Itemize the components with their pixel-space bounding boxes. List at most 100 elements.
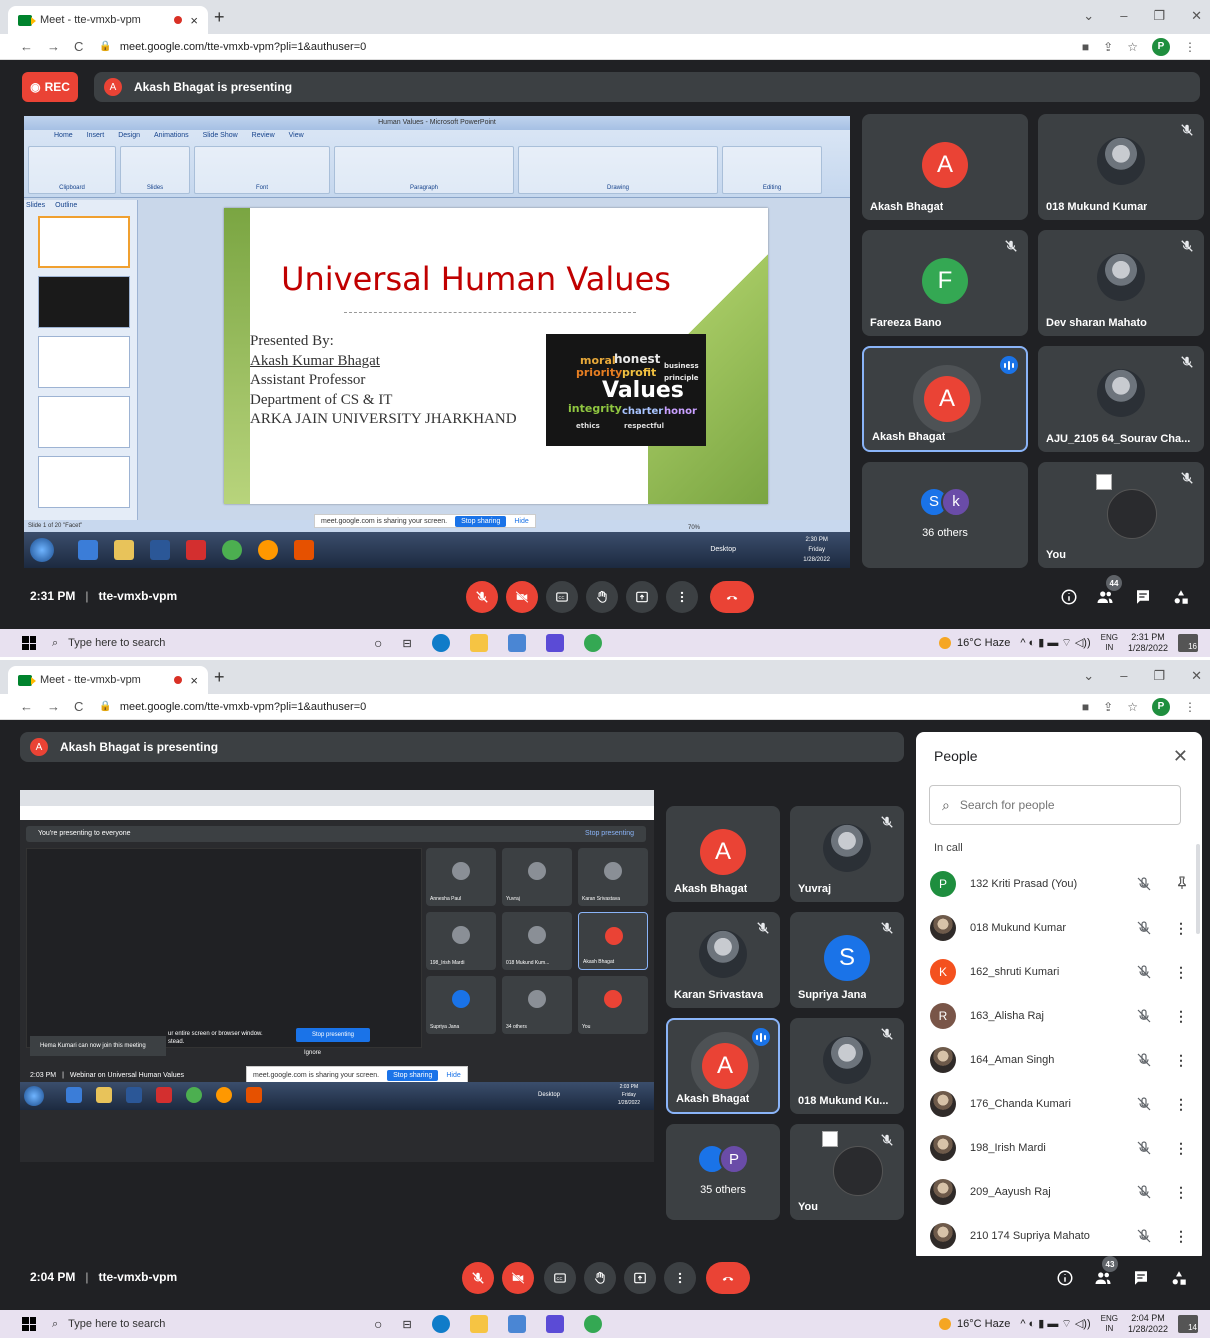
more-options-button[interactable]	[664, 1262, 696, 1294]
more-options-icon[interactable]: ⋮	[1174, 1228, 1188, 1245]
forward-icon[interactable]: →	[47, 39, 60, 54]
reload-icon[interactable]: C	[74, 699, 83, 714]
people-search[interactable]: ⌕	[929, 785, 1181, 825]
captions-button[interactable]: CC	[546, 581, 578, 613]
meeting-details-button[interactable]	[1058, 586, 1080, 608]
participant-tile[interactable]: A Akash Bhagat	[666, 806, 780, 902]
tab-search-icon[interactable]: ⌄	[1083, 8, 1094, 24]
browser-menu-icon[interactable]: ⋮	[1184, 40, 1196, 54]
participant-tile[interactable]: F Fareeza Bano	[862, 230, 1028, 336]
task-view-icon[interactable]: ⊟	[402, 637, 411, 650]
new-tab-button[interactable]: +	[214, 667, 225, 688]
windows-start-icon[interactable]	[22, 636, 36, 650]
task-view-icon[interactable]: ⊟	[402, 1318, 411, 1331]
tab-close-icon[interactable]: ×	[190, 13, 198, 28]
weather-widget[interactable]: 16°C Haze	[939, 1318, 1010, 1330]
camera-indicator-icon[interactable]: ■	[1082, 700, 1089, 714]
more-options-icon[interactable]: ⋮	[1174, 964, 1188, 981]
forward-icon[interactable]: →	[47, 699, 60, 714]
back-icon[interactable]: ←	[20, 699, 33, 714]
url-field[interactable]: 🔒 meet.google.com/tte-vmxb-vpm?pli=1&aut…	[99, 41, 366, 53]
hide-button[interactable]: Hide	[514, 518, 528, 525]
more-options-icon[interactable]: ⋮	[1174, 1052, 1188, 1069]
back-icon[interactable]: ←	[20, 39, 33, 54]
ignore-button[interactable]: Ignore	[304, 1050, 321, 1056]
nested-stop-presenting-button[interactable]: Stop presenting	[296, 1028, 370, 1042]
taskbar-clock[interactable]: 2:04 PM 1/28/2022	[1128, 1313, 1168, 1335]
participant-tile[interactable]: Dev sharan Mahato	[1038, 230, 1204, 336]
more-options-icon[interactable]: ⋮	[1174, 1184, 1188, 1201]
windows-start-icon[interactable]	[22, 1317, 36, 1331]
nested-stop-presenting[interactable]: Stop presenting	[585, 826, 634, 842]
participant-tile[interactable]: S Supriya Jana	[790, 912, 904, 1008]
pin-icon[interactable]	[1174, 875, 1188, 894]
participant-tile[interactable]: P 35 others	[666, 1124, 780, 1220]
close-window-button[interactable]: ✕	[1191, 668, 1202, 684]
more-options-icon[interactable]: ⋮	[1174, 1008, 1188, 1025]
minimize-button[interactable]: –	[1120, 8, 1127, 24]
mail-icon[interactable]	[507, 1315, 526, 1333]
leave-call-button[interactable]	[706, 1262, 750, 1294]
chat-button[interactable]	[1132, 586, 1154, 608]
file-explorer-icon[interactable]	[469, 634, 488, 652]
participant-row[interactable]: R 163_Alisha Raj ⋮	[930, 994, 1188, 1038]
app-icon[interactable]	[545, 1315, 564, 1333]
camera-toggle-button[interactable]	[502, 1262, 534, 1294]
bookmark-star-icon[interactable]: ☆	[1127, 40, 1138, 54]
more-options-icon[interactable]: ⋮	[1174, 1140, 1188, 1157]
activities-button[interactable]	[1170, 586, 1192, 608]
notification-icon[interactable]: 14	[1178, 1315, 1198, 1333]
close-panel-icon[interactable]: ✕	[1173, 746, 1188, 767]
tray-icons[interactable]: ^ ◐ ▮ ▬ ⌔ ◁))	[1020, 1317, 1090, 1331]
maximize-button[interactable]: ❐	[1153, 668, 1165, 684]
chrome-icon[interactable]	[583, 634, 602, 652]
participant-row[interactable]: K 162_shruti Kumari ⋮	[930, 950, 1188, 994]
participant-tile[interactable]: 018 Mukund Ku...	[790, 1018, 904, 1114]
meeting-details-button[interactable]	[1054, 1267, 1076, 1289]
participant-tile[interactable]: 018 Mukund Kumar	[1038, 114, 1204, 220]
browser-tab[interactable]: Meet - tte-vmxb-vpm ×	[8, 666, 208, 694]
file-explorer-icon[interactable]	[469, 1315, 488, 1333]
participant-tile[interactable]: Sk 36 others	[862, 462, 1028, 568]
more-options-icon[interactable]: ⋮	[1174, 920, 1188, 937]
participant-tile[interactable]: Yuvraj	[790, 806, 904, 902]
cortana-icon[interactable]: ○	[374, 1316, 382, 1332]
participant-row[interactable]: P 132 Kriti Prasad (You)	[930, 862, 1188, 906]
share-icon[interactable]: ⇪	[1103, 40, 1113, 54]
language-indicator[interactable]: ENG IN	[1101, 1314, 1118, 1334]
language-indicator[interactable]: ENG IN	[1101, 633, 1118, 653]
bookmark-star-icon[interactable]: ☆	[1127, 700, 1138, 714]
windows-search[interactable]: ⌕ Type here to search	[52, 1318, 312, 1331]
panel-scrollbar[interactable]	[1196, 844, 1200, 934]
participant-tile[interactable]: AJU_2105 64_Sourav Cha...	[1038, 346, 1204, 452]
participant-tile[interactable]: You	[790, 1124, 904, 1220]
url-field[interactable]: 🔒 meet.google.com/tte-vmxb-vpm?pli=1&aut…	[99, 701, 366, 713]
participant-row[interactable]: 198_Irish Mardi ⋮	[930, 1126, 1188, 1170]
notification-icon[interactable]: 16	[1178, 634, 1198, 652]
chrome-icon[interactable]	[583, 1315, 602, 1333]
activities-button[interactable]	[1168, 1267, 1190, 1289]
participant-row[interactable]: 164_Aman Singh ⋮	[930, 1038, 1188, 1082]
profile-avatar[interactable]: P	[1152, 37, 1170, 56]
participant-tile[interactable]: A Akash Bhagat	[862, 114, 1028, 220]
stop-sharing-button[interactable]: Stop sharing	[455, 515, 507, 527]
leave-call-button[interactable]	[710, 581, 754, 613]
browser-menu-icon[interactable]: ⋮	[1184, 700, 1196, 714]
captions-button[interactable]: CC	[544, 1262, 576, 1294]
maximize-button[interactable]: ❐	[1153, 8, 1165, 24]
browser-tab[interactable]: Meet - tte-vmxb-vpm ×	[8, 6, 208, 34]
participant-row[interactable]: 209_Aayush Raj ⋮	[930, 1170, 1188, 1214]
windows-search[interactable]: ⌕ Type here to search	[52, 637, 312, 650]
edge-icon[interactable]	[431, 634, 450, 652]
hide-button[interactable]: Hide	[446, 1072, 460, 1079]
rec-indicator[interactable]: ◉ REC	[22, 72, 78, 102]
share-icon[interactable]: ⇪	[1103, 700, 1113, 714]
more-options-icon[interactable]: ⋮	[1174, 1096, 1188, 1113]
mail-icon[interactable]	[507, 634, 526, 652]
weather-widget[interactable]: 16°C Haze	[939, 637, 1010, 649]
taskbar-clock[interactable]: 2:31 PM 1/28/2022	[1128, 632, 1168, 654]
raise-hand-button[interactable]	[584, 1262, 616, 1294]
present-button[interactable]	[624, 1262, 656, 1294]
participant-row[interactable]: 018 Mukund Kumar ⋮	[930, 906, 1188, 950]
participant-tile[interactable]: A Akash Bhagat	[666, 1018, 780, 1114]
